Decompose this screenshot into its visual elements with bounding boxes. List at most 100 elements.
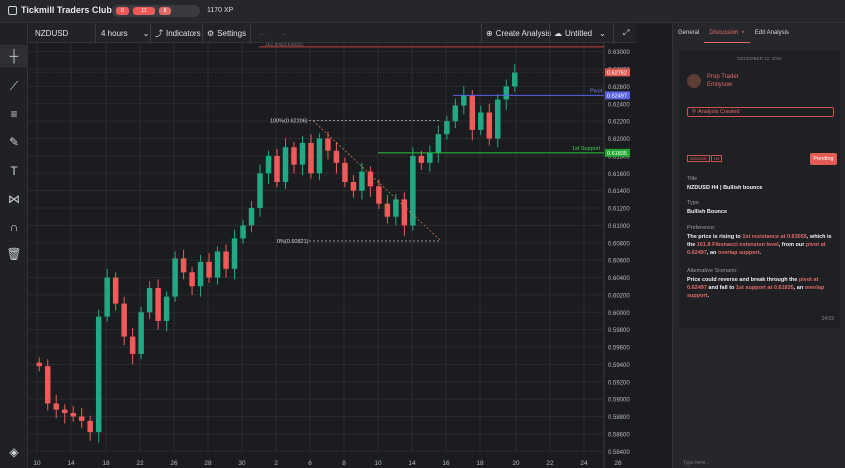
support-price: 0.61835 [607, 151, 627, 157]
y-tick-label: 0.61200 [608, 207, 630, 213]
layers-icon[interactable]: ◈ [0, 441, 28, 463]
symbol-label: NZDUSD [35, 28, 69, 38]
symbol-selector[interactable]: NZDUSD [35, 23, 68, 43]
close-icon[interactable]: × [741, 30, 745, 36]
tab-edit-analysis[interactable]: Edit Analysis [750, 23, 794, 43]
x-tick-label: 24 [580, 460, 588, 467]
candle-body [163, 296, 170, 321]
settings-button[interactable]: ⚙ Settings [207, 23, 246, 43]
candle-body [214, 251, 221, 278]
progress-segment: 0 [116, 7, 129, 15]
candle-body [231, 238, 238, 269]
candle-body [418, 155, 425, 163]
candle-body [78, 416, 85, 421]
analysis-type: Bullish Bounce [687, 209, 728, 215]
indicators-label: Indicators [166, 28, 201, 38]
candle-body [70, 413, 76, 417]
pending-button[interactable]: Pending [810, 153, 837, 165]
candle-body [444, 121, 450, 135]
divider [613, 23, 614, 43]
cloud-icon: ☁ [554, 28, 562, 38]
app-logo-icon [8, 5, 17, 15]
candle-body [240, 225, 246, 239]
candle-body [257, 173, 263, 209]
candle-body [189, 272, 195, 287]
create-analysis-label: Create Analysis [495, 28, 552, 38]
candle-body [376, 186, 382, 204]
layout-selector[interactable]: ☁ Untitled ⌄ [554, 23, 606, 43]
x-tick-label: 22 [136, 460, 144, 467]
magnet-icon[interactable]: ∩ [0, 216, 28, 238]
xp-counter: 1170 XP [207, 7, 234, 14]
y-tick-label: 0.58800 [608, 415, 630, 421]
interval-selector[interactable]: 4 hours ⌄ [101, 23, 149, 43]
tab-discussion[interactable]: Discussion × [704, 23, 750, 43]
y-tick-label: 0.62600 [608, 85, 630, 91]
reply-input[interactable]: Type here... [683, 460, 833, 468]
divider [150, 23, 151, 43]
x-tick-label: 22 [546, 460, 554, 467]
pivot-price: 0.62497 [607, 93, 627, 99]
y-tick-label: 0.60600 [608, 259, 630, 265]
candle-body [61, 409, 68, 414]
divider [202, 23, 203, 43]
author-name: Emilysow [707, 82, 733, 88]
trendline-icon[interactable]: ⟋ [0, 75, 28, 97]
candle-body [325, 138, 331, 151]
candle-body [333, 150, 340, 163]
divider [549, 23, 550, 43]
chart-toolbar: NZDUSD 4 hours ⌄ ⤴ Indicators ⚙ Settings ← … [29, 23, 636, 43]
message-time: 14:02 [821, 316, 834, 322]
y-tick-label: 0.60400 [608, 276, 630, 282]
indicators-button[interactable]: ⤴ Indicators [155, 23, 201, 43]
author-role: Prop Trader [707, 74, 739, 80]
author-info: Prop Trader Emilysow [707, 73, 739, 89]
indicators-icon: ⤴ [155, 28, 163, 38]
x-tick-label: 14 [67, 460, 75, 467]
created-label: Analysis Created [698, 109, 740, 115]
y-tick-label: 0.60200 [608, 293, 630, 299]
candle-body [197, 261, 204, 287]
panel-tabs: General Discussion × Edit Analysis [673, 23, 845, 43]
candle-body [248, 208, 255, 226]
candle-body [452, 105, 459, 122]
trash-icon[interactable]: 🗑 [0, 243, 28, 265]
x-tick-label: 18 [102, 460, 110, 467]
candle-body [146, 287, 153, 313]
redo-icon[interactable]: → [279, 23, 287, 43]
price-chart[interactable]: 0.630000.628000.626000.624000.622000.620… [29, 42, 636, 468]
divider [95, 23, 96, 43]
create-analysis-button[interactable]: ⊕ Create Analysis [486, 23, 551, 43]
brush-icon[interactable]: ✎ [0, 131, 28, 153]
candle-body [299, 142, 306, 165]
tab-general[interactable]: General [673, 23, 704, 43]
candle-body [308, 142, 314, 174]
candle-body [512, 72, 518, 87]
y-tick-label: 0.59600 [608, 346, 630, 352]
analysis-title: NZDUSD H4 | Bullish bounce [687, 185, 763, 191]
analysis-card: DECEMBER 12, 2022 Prop Trader Emilysow ⚲… [679, 50, 840, 328]
fib-extension-label: 161.8%(0.63055) [265, 43, 304, 48]
last-price: 0.62762 [607, 70, 627, 76]
pattern-icon[interactable]: ⋈ [0, 188, 28, 210]
crosshair-icon[interactable]: ┼ [0, 45, 28, 67]
lines-icon[interactable]: ≡ [0, 103, 28, 125]
candle-body [180, 258, 187, 273]
candle-body [155, 287, 161, 321]
y-tick-label: 0.59000 [608, 398, 630, 404]
candle-body [129, 336, 136, 354]
x-tick-label: 18 [476, 460, 484, 467]
alternative-text: Price could reverse and break through th… [687, 277, 825, 299]
candle-body [112, 277, 119, 304]
fullscreen-icon[interactable]: ⤢ [623, 23, 629, 43]
settings-label: Settings [217, 28, 247, 38]
analysis-created-badge: ⚲ Analysis Created [687, 107, 834, 117]
candle-body [172, 258, 178, 297]
alternative-label: Alternative Scenario: [687, 268, 738, 274]
candle-body [342, 162, 348, 182]
x-tick-label: 16 [442, 460, 450, 467]
pivot-label: Pivot [590, 88, 603, 94]
undo-icon[interactable]: ← [258, 23, 266, 43]
x-tick-label: 20 [512, 460, 520, 467]
text-icon[interactable]: T [0, 160, 28, 182]
